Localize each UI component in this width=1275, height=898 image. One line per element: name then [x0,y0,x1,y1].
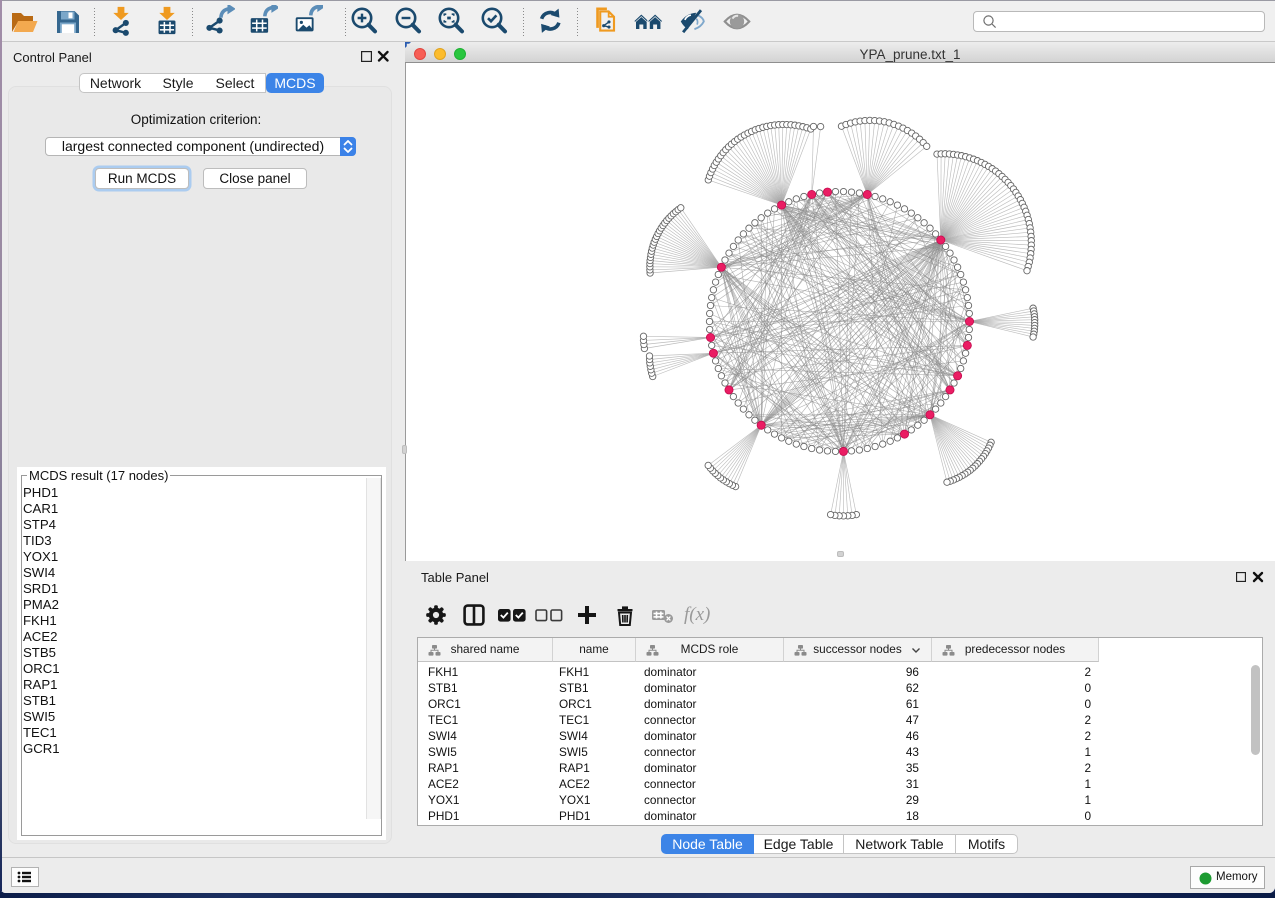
svg-text:f(x): f(x) [684,604,710,625]
